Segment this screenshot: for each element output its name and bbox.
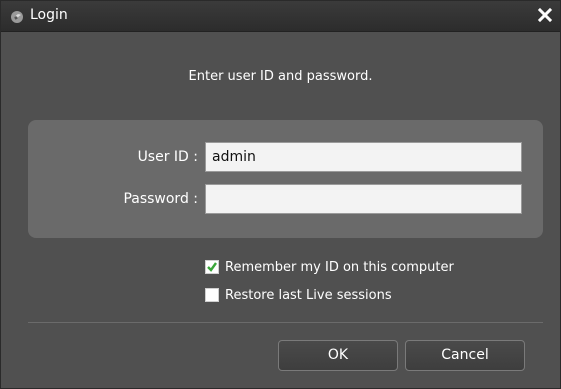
cancel-button[interactable]: Cancel — [405, 340, 525, 371]
ok-button[interactable]: OK — [278, 340, 398, 371]
user-id-input[interactable] — [205, 142, 522, 172]
instruction-text: Enter user ID and password. — [188, 69, 373, 84]
login-dialog: Login Enter user ID and password. User I… — [0, 0, 561, 389]
credentials-panel: User ID : Password : — [28, 120, 543, 238]
restore-sessions-label: Restore last Live sessions — [225, 287, 392, 303]
app-logo-icon — [10, 9, 24, 23]
title-bar: Login — [1, 1, 560, 32]
restore-sessions-option[interactable]: Restore last Live sessions — [205, 287, 392, 303]
password-input[interactable] — [205, 184, 522, 214]
dialog-body: Enter user ID and password. User ID : Pa… — [1, 32, 560, 388]
remember-id-option[interactable]: Remember my ID on this computer — [205, 259, 454, 275]
window-title: Login — [30, 7, 68, 23]
password-label: Password : — [123, 191, 198, 207]
close-button[interactable] — [536, 6, 554, 24]
user-id-label: User ID : — [137, 149, 198, 165]
remember-id-checkbox[interactable] — [205, 260, 219, 274]
divider — [28, 322, 543, 323]
remember-id-label: Remember my ID on this computer — [225, 259, 454, 275]
restore-sessions-checkbox[interactable] — [205, 288, 219, 302]
close-icon — [537, 7, 553, 23]
checkmark-icon — [207, 262, 217, 272]
